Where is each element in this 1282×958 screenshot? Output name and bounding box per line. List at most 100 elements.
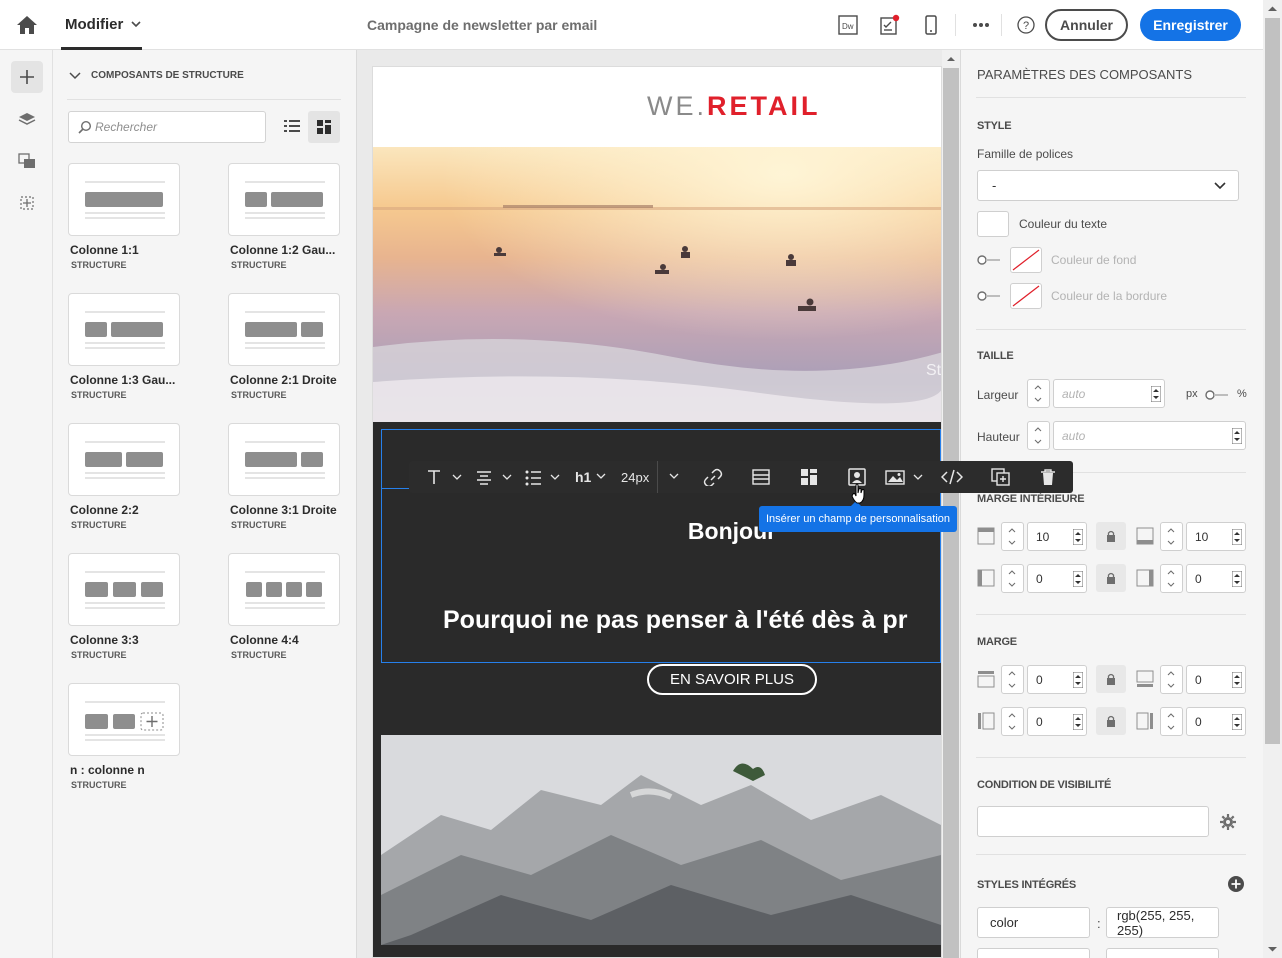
hero-surf-image[interactable]: St: [373, 147, 942, 423]
content-block-button[interactable]: [800, 461, 818, 493]
duplicate-button[interactable]: [991, 461, 1011, 493]
margin-right-stepper[interactable]: [1160, 707, 1183, 736]
link-button[interactable]: [703, 461, 723, 493]
bg-color-toggle[interactable]: [977, 255, 1001, 265]
style-property-input[interactable]: [977, 948, 1090, 958]
hand-cursor-icon: [851, 483, 865, 504]
brand-logo[interactable]: WE.RETAIL: [647, 91, 821, 122]
mobile-preview-icon[interactable]: [919, 13, 943, 37]
text-type-icon: [428, 470, 462, 484]
padding-right-stepper[interactable]: [1160, 564, 1183, 593]
margin-top-input[interactable]: 0: [1027, 665, 1087, 694]
component-title: Colonne 1:2 Gau...: [230, 243, 336, 257]
style-value-input[interactable]: [1106, 948, 1219, 958]
border-color-toggle[interactable]: [977, 291, 1001, 301]
font-size-dropdown[interactable]: [657, 461, 689, 493]
scrollbar-thumb[interactable]: [1265, 18, 1280, 744]
panel-scrollbar[interactable]: [1263, 0, 1282, 958]
unit-toggle[interactable]: [1205, 390, 1229, 400]
percent-unit-label: %: [1237, 388, 1247, 400]
add-components-button[interactable]: [11, 61, 43, 93]
search-input[interactable]: Rechercher: [68, 111, 266, 143]
block-layout-button[interactable]: [752, 461, 770, 493]
visibility-condition-input[interactable]: [977, 806, 1209, 837]
font-family-label: Famille de polices: [977, 147, 1074, 161]
more-options-icon[interactable]: [969, 13, 993, 37]
spinner-icon: [1073, 714, 1083, 730]
padding-bottom-stepper[interactable]: [1160, 522, 1183, 551]
learn-more-button[interactable]: EN SAVOIR PLUS: [647, 664, 817, 695]
padding-top-stepper[interactable]: [1001, 522, 1024, 551]
style-property-input[interactable]: color: [977, 907, 1090, 938]
component-card-3-3[interactable]: [68, 553, 180, 626]
margin-bottom-input[interactable]: 0: [1186, 665, 1246, 694]
component-settings-panel: PARAMÈTRES DES COMPOSANTS STYLE Famille …: [960, 50, 1263, 958]
font-size-value[interactable]: 24px: [621, 461, 649, 493]
margin-lock-button[interactable]: [1096, 665, 1126, 693]
padding-bottom-input[interactable]: 10: [1186, 522, 1246, 551]
font-family-select[interactable]: -: [977, 170, 1239, 201]
align-button[interactable]: [475, 461, 513, 493]
padding-right-input[interactable]: 0: [1186, 564, 1246, 593]
height-input[interactable]: auto: [1053, 421, 1246, 450]
html-source-button[interactable]: [941, 461, 963, 493]
width-input[interactable]: auto: [1053, 379, 1165, 408]
list-button[interactable]: [524, 461, 562, 493]
headline-text[interactable]: Pourquoi ne pas penser à l'été dès à pr: [443, 606, 907, 635]
canvas-scrollbar[interactable]: [942, 50, 960, 958]
margin-section-title: MARGE: [977, 636, 1017, 648]
grid-view-button[interactable]: [308, 111, 340, 143]
margin-top-stepper[interactable]: [1001, 665, 1024, 694]
padding-left-input[interactable]: 0: [1027, 564, 1087, 593]
padding-lock-button[interactable]: [1096, 564, 1126, 592]
width-stepper[interactable]: [1027, 379, 1050, 408]
heading-level-value: h1: [575, 469, 592, 485]
lock-icon: [1107, 530, 1115, 542]
fragments-button[interactable]: [11, 187, 43, 219]
delete-button[interactable]: [1039, 461, 1057, 493]
text-format-button[interactable]: [426, 461, 462, 493]
component-card-2-2[interactable]: [68, 423, 180, 496]
layers-button[interactable]: [11, 103, 43, 135]
rocky-landscape-image[interactable]: [381, 735, 941, 945]
component-card-1-2[interactable]: [228, 163, 340, 236]
style-value-input[interactable]: rgb(255, 255, 255): [1106, 907, 1219, 938]
list-view-button[interactable]: [277, 111, 307, 141]
mode-menu-label[interactable]: Modifier: [65, 16, 123, 33]
padding-bottom-value: 10: [1195, 529, 1209, 544]
chevron-down-icon: [69, 71, 81, 79]
border-color-swatch[interactable]: [1010, 283, 1042, 309]
assets-button[interactable]: [11, 145, 43, 177]
component-card-1-1[interactable]: [68, 163, 180, 236]
margin-left-stepper[interactable]: [1001, 707, 1024, 736]
home-icon[interactable]: [14, 13, 40, 37]
component-card-n[interactable]: [68, 683, 180, 756]
margin-lock-button[interactable]: [1096, 707, 1126, 735]
component-card-2-1[interactable]: [228, 293, 340, 366]
padding-top-input[interactable]: 10: [1027, 522, 1087, 551]
insert-image-button[interactable]: [885, 461, 925, 493]
padding-lock-button[interactable]: [1096, 522, 1126, 550]
height-stepper[interactable]: [1027, 421, 1050, 450]
component-card-4-4[interactable]: [228, 553, 340, 626]
text-color-swatch[interactable]: [977, 211, 1009, 237]
help-icon[interactable]: ?: [1014, 13, 1038, 37]
bg-color-swatch[interactable]: [1010, 247, 1042, 273]
validation-report-icon[interactable]: [877, 13, 901, 37]
gear-icon[interactable]: [1219, 813, 1237, 831]
bg-color-label: Couleur de fond: [1051, 253, 1137, 267]
structure-section-header[interactable]: COMPOSANTS DE STRUCTURE: [69, 70, 244, 81]
hero-overlay-text: St: [926, 362, 942, 379]
cancel-button[interactable]: Annuler: [1045, 9, 1128, 41]
heading-level-button[interactable]: h1: [575, 461, 606, 493]
add-style-icon[interactable]: [1227, 875, 1245, 893]
margin-left-input[interactable]: 0: [1027, 707, 1087, 736]
component-card-3-1[interactable]: [228, 423, 340, 496]
dreamweaver-icon[interactable]: Dw: [836, 13, 860, 37]
component-card-1-3[interactable]: [68, 293, 180, 366]
chevron-down-icon[interactable]: [130, 18, 142, 28]
margin-bottom-stepper[interactable]: [1160, 665, 1183, 694]
margin-right-input[interactable]: 0: [1186, 707, 1246, 736]
padding-left-stepper[interactable]: [1001, 564, 1024, 593]
save-button[interactable]: Enregistrer: [1140, 9, 1241, 41]
